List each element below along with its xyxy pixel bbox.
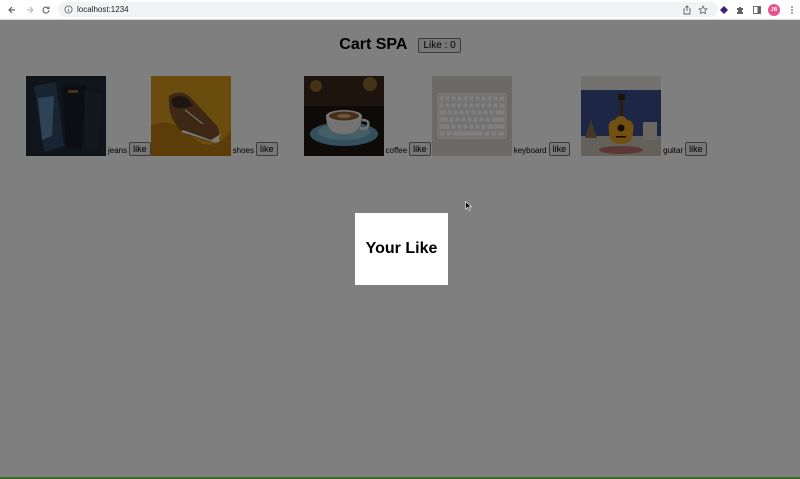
- reload-icon[interactable]: [40, 4, 52, 16]
- site-info-icon[interactable]: [63, 5, 73, 15]
- back-icon[interactable]: [6, 4, 18, 16]
- address-bar[interactable]: localhost:1234: [58, 2, 718, 17]
- page-content: Cart SPA Like : 0 jeans like: [0, 20, 800, 479]
- browser-toolbar: localhost:1234 JB: [0, 0, 800, 20]
- share-icon[interactable]: [681, 4, 693, 16]
- extensions-icon[interactable]: [734, 4, 746, 16]
- extension-puzzle-icon[interactable]: [718, 4, 730, 16]
- profile-avatar[interactable]: JB: [768, 4, 780, 16]
- menu-kebab-icon[interactable]: [786, 4, 798, 16]
- side-panel-icon[interactable]: [751, 4, 763, 16]
- bookmark-star-icon[interactable]: [697, 4, 709, 16]
- url-text: localhost:1234: [77, 5, 129, 14]
- mouse-cursor-icon: [465, 201, 472, 211]
- modal-title: Your Like: [365, 240, 438, 257]
- your-like-modal: Your Like: [355, 213, 448, 285]
- forward-icon[interactable]: [24, 4, 36, 16]
